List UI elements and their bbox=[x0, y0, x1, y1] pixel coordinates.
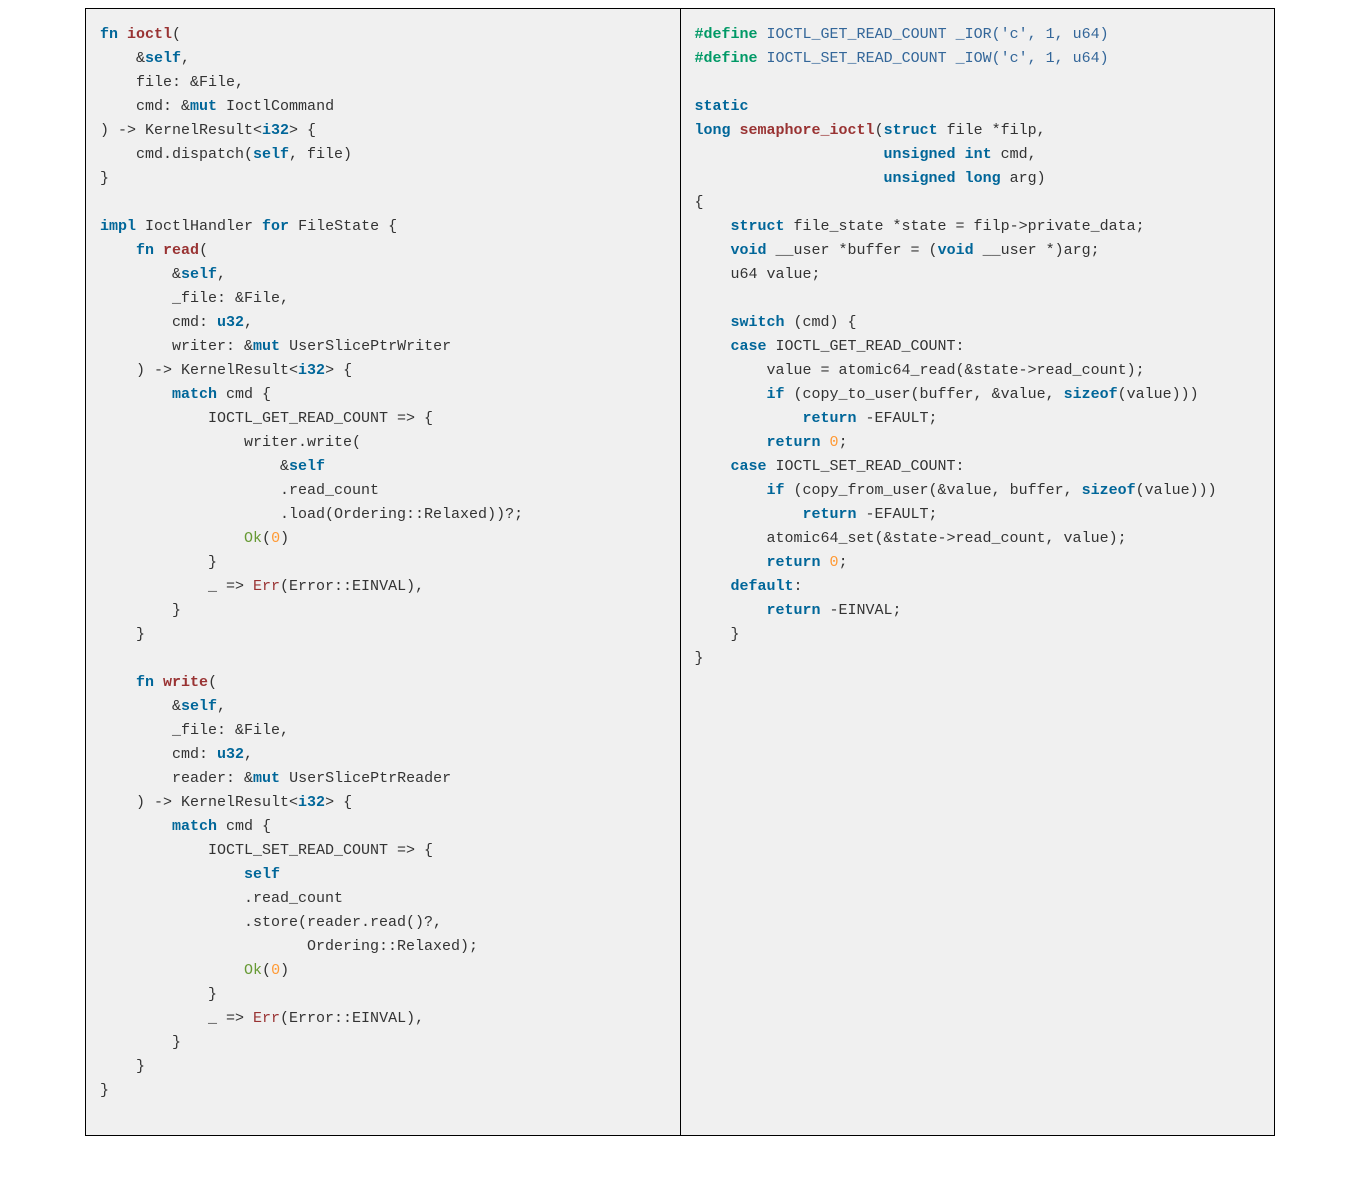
code-token-kw: self bbox=[289, 458, 325, 475]
code-token-kw: self bbox=[145, 50, 181, 67]
code-token-ok: Ok bbox=[244, 962, 262, 979]
code-token-fnname: read bbox=[163, 242, 199, 259]
code-token-kw: static bbox=[695, 98, 749, 115]
code-token-ty: i32 bbox=[298, 794, 325, 811]
code-token-n: 0 bbox=[830, 554, 839, 571]
code-token-kw: for bbox=[262, 218, 289, 235]
code-token-kw: if bbox=[767, 482, 785, 499]
code-token-fnname: semaphore_ioctl bbox=[740, 122, 875, 139]
code-token-kw: return bbox=[767, 602, 821, 619]
code-token-kw: mut bbox=[253, 338, 280, 355]
code-token-fnname: ioctl bbox=[127, 26, 172, 43]
code-token-ok: Ok bbox=[244, 530, 262, 547]
code-token-n: 0 bbox=[271, 530, 280, 547]
rust-code-panel: fn ioctl( &self, file: &File, cmd: &mut … bbox=[86, 9, 680, 1135]
code-token-kw: mut bbox=[190, 98, 217, 115]
code-token-kw: self bbox=[181, 698, 217, 715]
code-token-kw: fn bbox=[136, 674, 154, 691]
code-token-m: IOCTL_SET_READ_COUNT _IOW('c', 1, u64) bbox=[767, 50, 1109, 67]
code-token-pre: # bbox=[695, 50, 704, 67]
code-token-pre: define bbox=[704, 50, 758, 67]
code-token-kw: unsigned bbox=[884, 146, 956, 163]
code-token-kw: if bbox=[767, 386, 785, 403]
code-token-kw: return bbox=[803, 506, 857, 523]
code-token-kw: match bbox=[172, 386, 217, 403]
code-token-kw: case bbox=[731, 458, 767, 475]
code-token-ty: i32 bbox=[298, 362, 325, 379]
code-token-kw: switch bbox=[731, 314, 785, 331]
code-token-kw: impl bbox=[100, 218, 136, 235]
code-token-pre: # bbox=[695, 26, 704, 43]
code-token-kw: return bbox=[767, 554, 821, 571]
code-token-kw: void bbox=[938, 242, 974, 259]
code-token-kw: fn bbox=[100, 26, 118, 43]
code-token-n: 0 bbox=[271, 962, 280, 979]
code-token-kw: struct bbox=[884, 122, 938, 139]
code-token-kw: int bbox=[965, 146, 992, 163]
code-token-kw: long bbox=[695, 122, 731, 139]
code-token-kw: mut bbox=[253, 770, 280, 787]
code-token-kw: match bbox=[172, 818, 217, 835]
code-token-ty: u32 bbox=[217, 746, 244, 763]
code-token-kw: fn bbox=[136, 242, 154, 259]
code-comparison-figure: fn ioctl( &self, file: &File, cmd: &mut … bbox=[85, 8, 1275, 1136]
code-token-kw: struct bbox=[731, 218, 785, 235]
code-token-err: Err bbox=[253, 1010, 280, 1027]
code-token-kw: self bbox=[244, 866, 280, 883]
code-token-kw: void bbox=[731, 242, 767, 259]
code-token-kw: return bbox=[767, 434, 821, 451]
c-code-panel: #define IOCTL_GET_READ_COUNT _IOR('c', 1… bbox=[681, 9, 1275, 1135]
code-token-pre: define bbox=[704, 26, 758, 43]
code-token-kw: self bbox=[181, 266, 217, 283]
code-token-ty: i32 bbox=[262, 122, 289, 139]
code-token-kw: case bbox=[731, 338, 767, 355]
code-token-kw: unsigned bbox=[884, 170, 956, 187]
code-token-m: IOCTL_GET_READ_COUNT _IOR('c', 1, u64) bbox=[767, 26, 1109, 43]
code-token-fnname: write bbox=[163, 674, 208, 691]
code-token-ty: u32 bbox=[217, 314, 244, 331]
code-token-kw: self bbox=[253, 146, 289, 163]
code-token-kw: return bbox=[803, 410, 857, 427]
code-token-err: Err bbox=[253, 578, 280, 595]
code-token-kw: sizeof bbox=[1082, 482, 1136, 499]
code-token-kw: long bbox=[965, 170, 1001, 187]
code-token-kw: sizeof bbox=[1064, 386, 1118, 403]
code-token-kw: default bbox=[731, 578, 794, 595]
code-token-n: 0 bbox=[830, 434, 839, 451]
